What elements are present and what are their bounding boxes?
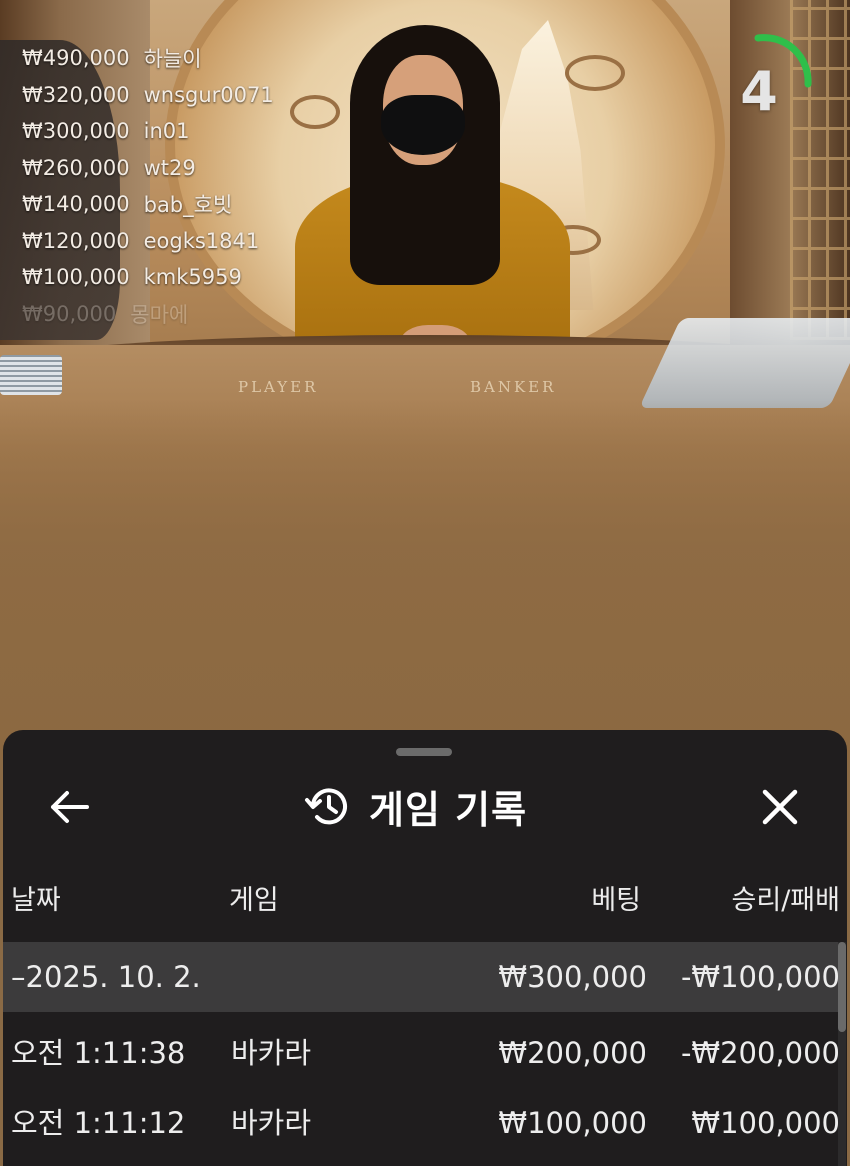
column-header-game: 게임	[229, 885, 279, 916]
sheet-title: 게임 기록	[369, 787, 528, 832]
leaderboard-row	[22, 10, 342, 40]
leaderboard-amount: ₩320,000	[22, 82, 130, 107]
row-bet: ₩200,000	[498, 1036, 647, 1070]
cloud-decor	[565, 55, 625, 91]
scrollbar-thumb[interactable]	[838, 942, 846, 1032]
history-scrollbar[interactable]	[838, 942, 846, 1166]
leaderboard-row: ₩320,000 wnsgur0071	[22, 77, 342, 114]
history-row[interactable]: 오전 1:11:12 바카라 ₩100,000 ₩100,000	[3, 1088, 840, 1158]
leaderboard-amount: ₩140,000	[22, 192, 130, 217]
leaderboard-row: ₩300,000 in01	[22, 113, 342, 150]
leaderboard-name: bab_호빗	[143, 193, 233, 218]
leaderboard-amount: ₩100,000	[22, 265, 130, 290]
leaderboard-row: ₩90,000 몽마에	[22, 296, 342, 333]
column-header-date: 날짜	[11, 885, 61, 916]
game-screen: PLAYER BANKER ₩490,000 하늘이 ₩320,000 wnsg…	[0, 0, 850, 1166]
leaderboard-amount: ₩260,000	[22, 155, 130, 180]
leaderboard-amount: ₩300,000	[22, 119, 130, 144]
arrow-left-icon	[51, 791, 89, 823]
row-result: ₩100,000	[691, 1106, 840, 1140]
column-header-result: 승리/패배	[731, 885, 840, 916]
leaderboard-name: 하늘이	[143, 47, 202, 72]
banker-area-label: BANKER	[470, 378, 557, 396]
row-game: 바카라	[231, 1106, 312, 1140]
row-time: 오전 1:11:38	[11, 1036, 186, 1070]
row-result: -₩200,000	[680, 1036, 840, 1070]
row-time: 오전 1:11:12	[11, 1106, 186, 1140]
leaderboard-name: wnsgur0071	[143, 82, 274, 107]
history-icon	[305, 788, 347, 825]
sheet-title-group: 게임 기록	[303, 780, 527, 832]
date-group-row[interactable]: –2025. 10. 2. ₩300,000 -₩100,000	[3, 942, 840, 1012]
game-history-sheet: 게임 기록 날짜 게임 베팅 승리/패배 –2025. 10. 2. ₩300,…	[3, 730, 847, 1166]
dealer-mask	[381, 95, 465, 155]
leaderboard-row: ₩100,000 kmk5959	[22, 259, 342, 296]
group-date: –2025. 10. 2.	[11, 960, 201, 994]
group-result-total: -₩100,000	[680, 960, 840, 994]
back-button[interactable]	[43, 784, 95, 830]
leaderboard-name: in01	[143, 119, 190, 144]
leaderboard-name: wt29	[143, 155, 196, 180]
history-row[interactable]: 오전 1:11:38 바카라 ₩200,000 -₩200,000	[3, 1018, 840, 1088]
leaderboard-name: kmk5959	[143, 265, 242, 290]
player-area-label: PLAYER	[238, 378, 319, 396]
leaderboard-amount: ₩490,000	[22, 46, 130, 71]
card-stack	[0, 355, 62, 395]
close-button[interactable]	[755, 782, 805, 832]
card-shoe	[639, 318, 850, 408]
betting-countdown: 4	[722, 32, 822, 132]
row-bet: ₩100,000	[498, 1106, 647, 1140]
leaderboard-amount: ₩120,000	[22, 228, 130, 253]
sheet-header: 게임 기록	[3, 770, 847, 842]
live-video: PLAYER BANKER ₩490,000 하늘이 ₩320,000 wnsg…	[0, 0, 850, 760]
row-game: 바카라	[231, 1036, 312, 1070]
leaderboard-row: ₩140,000 bab_호빗	[22, 186, 342, 223]
leaderboard-name: 몽마에	[130, 302, 189, 327]
group-bet-total: ₩300,000	[498, 960, 647, 994]
leaderboard-name: eogks1841	[143, 228, 260, 253]
leaderboard-amount: ₩90,000	[22, 301, 117, 326]
column-header-bet: 베팅	[591, 885, 641, 916]
leaderboard-row: ₩120,000 eogks1841	[22, 223, 342, 260]
close-icon	[762, 789, 798, 825]
winners-leaderboard: ₩490,000 하늘이 ₩320,000 wnsgur0071 ₩300,00…	[22, 10, 342, 332]
leaderboard-row: ₩490,000 하늘이	[22, 40, 342, 77]
countdown-number: 4	[740, 60, 778, 123]
video-fade	[0, 400, 850, 760]
leaderboard-row: ₩260,000 wt29	[22, 150, 342, 187]
sheet-drag-handle[interactable]	[396, 748, 452, 756]
